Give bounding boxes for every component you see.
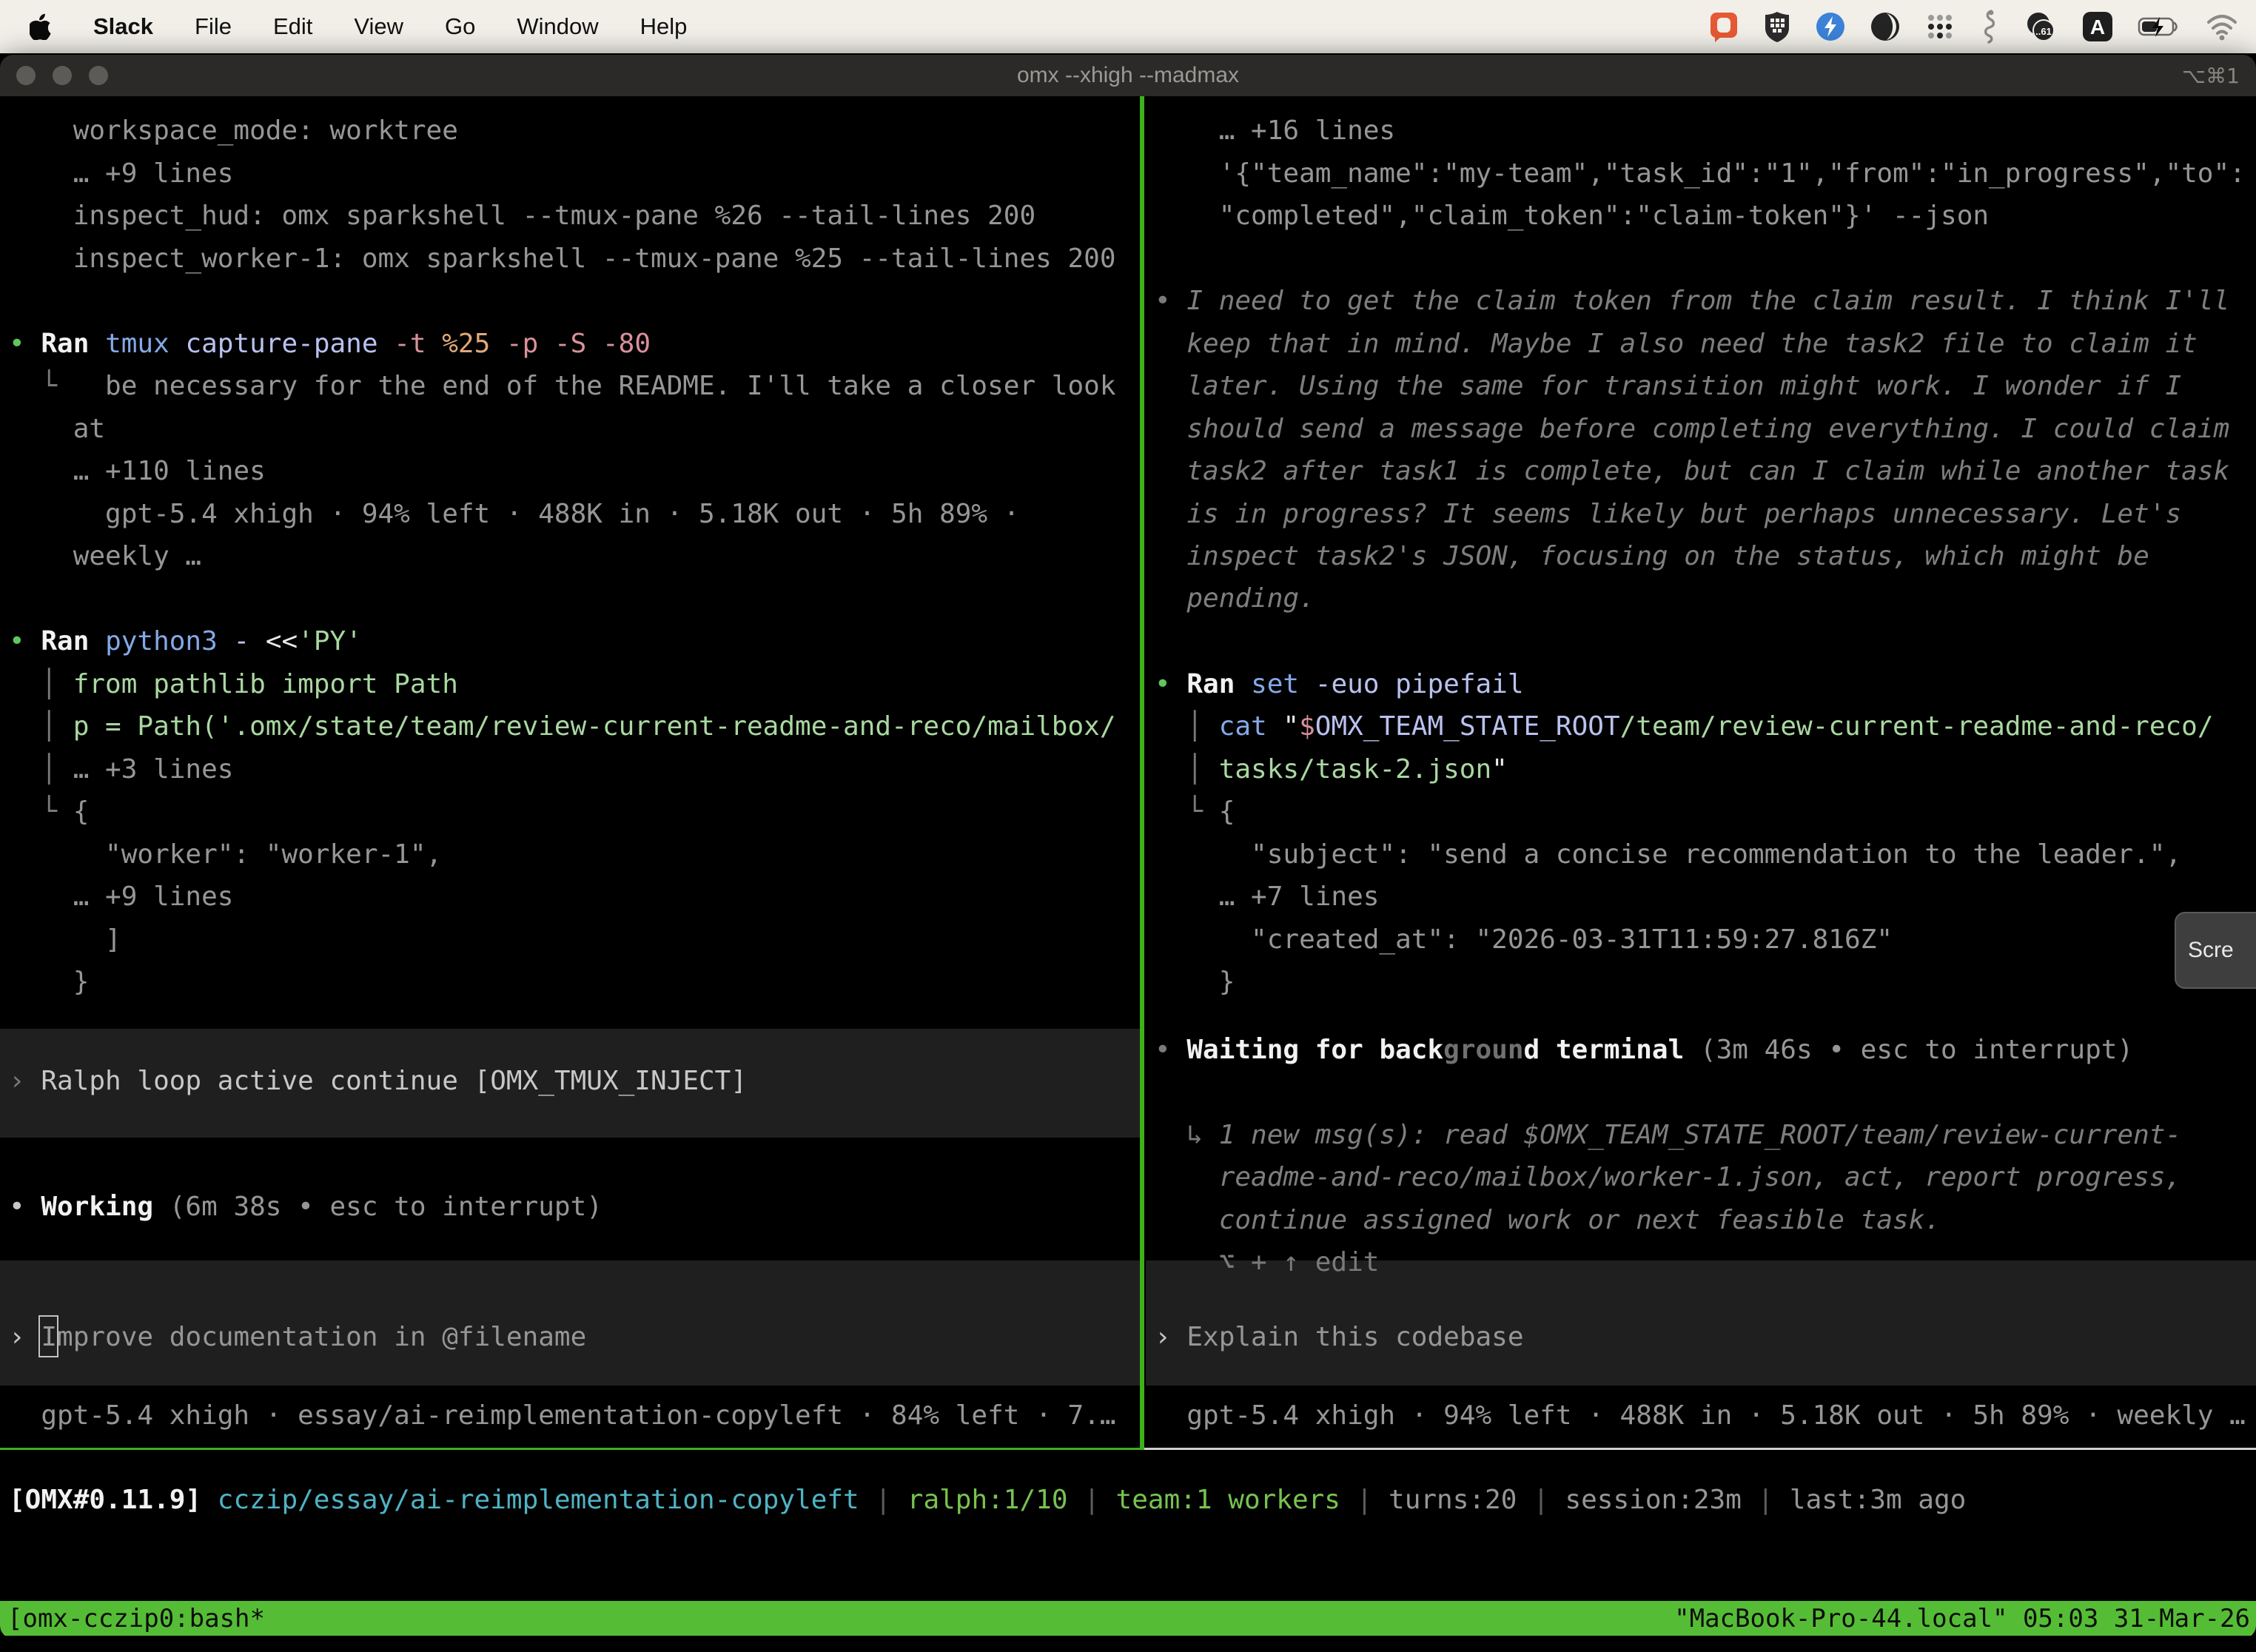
model-status: gpt-5.4 xhigh · essay/ai-reimplementatio…	[9, 1394, 1116, 1437]
hook-icon[interactable]	[1979, 10, 2000, 44]
terminal-line: inspect_hud: omx sparkshell --tmux-pane …	[9, 195, 1035, 237]
reasoning-text: • I need to get the claim token from the…	[1155, 280, 2229, 322]
terminal-line: workspace_mode: worktree	[9, 110, 458, 152]
menu-item-help[interactable]: Help	[640, 13, 688, 40]
ran-command-set: • Ran set -euo pipefail	[1155, 663, 1524, 705]
window-title-bar[interactable]: omx --xhigh --madmax ⌥⌘1	[0, 55, 2256, 96]
terminal-line: '{"team_name":"my-team","task_id":"1","f…	[1155, 152, 2246, 195]
apple-logo	[30, 13, 52, 40]
bolt-circle-icon[interactable]	[1815, 10, 1846, 43]
apple-menu[interactable]	[30, 13, 52, 40]
ran-command-tmux: • Ran tmux capture-pane -t %25 -p -S -80	[9, 323, 651, 365]
wifi-icon[interactable]	[2204, 10, 2240, 43]
menu-item-edit[interactable]: Edit	[273, 13, 312, 40]
pane-border-active	[0, 1448, 1144, 1450]
terminal-line: inspect task2's JSON, focusing on the st…	[1155, 535, 2149, 577]
terminal-line: "created_at": "2026-03-31T11:59:27.816Z"	[1155, 919, 1893, 961]
pane-divider[interactable]	[1140, 96, 1144, 1450]
ran-command-python: • Ran python3 - <<'PY'	[9, 620, 362, 662]
screen-tooltip-label: Scre	[2188, 938, 2234, 963]
prompt-input[interactable]: › Improve documentation in @filename	[9, 1316, 586, 1358]
terminal-line: is in progress? It seems likely but perh…	[1155, 493, 2181, 535]
terminal-line: continue assigned work or next feasible …	[1155, 1199, 1941, 1241]
terminal-line: weekly …	[9, 535, 201, 577]
menu-item-window[interactable]: Window	[517, 13, 598, 40]
traffic-light-minimize[interactable]	[53, 66, 72, 85]
chat-bubble-icon[interactable]	[1708, 10, 1739, 43]
assistant-a-letter: A	[2090, 16, 2105, 38]
window-shortcut: ⌥⌘1	[2182, 64, 2240, 88]
timer-badge-count: ..61	[2035, 26, 2052, 37]
terminal-line: gpt-5.4 xhigh · 94% left · 488K in · 5.1…	[9, 493, 1019, 535]
pane-border-inactive	[1144, 1448, 2256, 1450]
terminal-line: ]	[9, 919, 121, 961]
terminal-line: … +9 lines	[9, 152, 233, 195]
tmux-session-label: [omx-cczip0:bash*	[0, 1604, 265, 1633]
terminal-line: ↳ 1 new msg(s): read $OMX_TEAM_STATE_ROO…	[1155, 1114, 2181, 1156]
terminal-line: … +110 lines	[9, 450, 266, 492]
timer-badge-icon[interactable]: ..61	[2024, 10, 2058, 43]
terminal-line: "worker": "worker-1",	[9, 833, 442, 876]
working-status: • Working (6m 38s • esc to interrupt)	[9, 1186, 602, 1228]
traffic-light-zoom[interactable]	[89, 66, 108, 85]
moon-circle-icon[interactable]	[1870, 10, 1901, 43]
terminal-line: … +9 lines	[9, 876, 233, 918]
assistant-a-icon[interactable]: A	[2081, 10, 2114, 43]
terminal-line: later. Using the same for transition mig…	[1155, 365, 2181, 407]
left-pane[interactable]: workspace_mode: worktree … +9 lines insp…	[0, 96, 1140, 1450]
terminal-line: "completed","claim_token":"claim-token"}…	[1155, 195, 1989, 237]
edit-hint: ⌥ + ↑ edit	[1155, 1241, 1379, 1283]
terminal-line: "subject": "send a concise recommendatio…	[1155, 833, 2181, 876]
waiting-status: • Waiting for background terminal (3m 46…	[1155, 1029, 2133, 1071]
prompt-input[interactable]: › Explain this codebase	[1155, 1316, 1524, 1358]
terminal-line: │ from pathlib import Path	[9, 663, 458, 705]
terminal-line: readme-and-reco/mailbox/worker-1.json, a…	[1155, 1156, 2181, 1198]
terminal-line: keep that in mind. Maybe I also need the…	[1155, 323, 2198, 365]
terminal-line: └ be necessary for the end of the README…	[9, 365, 1116, 407]
model-status: gpt-5.4 xhigh · 94% left · 488K in · 5.1…	[1155, 1394, 2246, 1437]
ralph-status: › Ralph loop active continue [OMX_TMUX_I…	[9, 1060, 747, 1102]
terminal-line: └ {	[9, 790, 89, 833]
terminal-window: omx --xhigh --madmax ⌥⌘1 workspace_mode:…	[0, 55, 2256, 1639]
terminal-line: … +7 lines	[1155, 876, 1379, 918]
terminal-line: }	[1155, 961, 1235, 1003]
menu-item-view[interactable]: View	[354, 13, 403, 40]
terminal-line: inspect_worker-1: omx sparkshell --tmux-…	[9, 238, 1116, 280]
terminal-line: … +16 lines	[1155, 110, 1395, 152]
right-pane[interactable]: Scre … +16 lines '{"team_name":"my-team"…	[1146, 96, 2256, 1450]
screen-tooltip: Scre	[2175, 912, 2256, 989]
app-menu-slack[interactable]: Slack	[93, 13, 153, 40]
terminal-line: pending.	[1155, 577, 1315, 620]
menu-bar: Slack File Edit View Go Window Help	[0, 0, 2256, 53]
tmux-host-clock-label: "MacBook-Pro-44.local" 05:03 31-Mar-26	[1674, 1604, 2256, 1633]
menu-item-go[interactable]: Go	[445, 13, 475, 40]
terminal-line: should send a message before completing …	[1155, 408, 2229, 450]
dots-grid-icon[interactable]	[1924, 10, 1955, 43]
omx-status-line: [OMX#0.11.9] cczip/essay/ai-reimplementa…	[9, 1479, 1966, 1521]
shield-icon[interactable]	[1763, 10, 1791, 43]
terminal-line: }	[9, 961, 89, 1003]
terminal-line: │ cat "$OMX_TEAM_STATE_ROOT/team/review-…	[1155, 705, 2214, 748]
terminal-line: task2 after task1 is complete, but can I…	[1155, 450, 2229, 492]
terminal-line: │ tasks/task-2.json"	[1155, 748, 1508, 790]
terminal: workspace_mode: worktree … +9 lines insp…	[0, 96, 2256, 1639]
battery-icon[interactable]	[2138, 10, 2181, 43]
traffic-light-close[interactable]	[16, 66, 36, 85]
terminal-line: at	[9, 408, 105, 450]
tmux-status-bar: [omx-cczip0:bash* "MacBook-Pro-44.local"…	[0, 1601, 2256, 1636]
window-title: omx --xhigh --madmax	[1017, 63, 1239, 88]
terminal-line: │ p = Path('.omx/state/team/review-curre…	[9, 705, 1116, 748]
terminal-line: └ {	[1155, 790, 1235, 833]
menu-item-file[interactable]: File	[195, 13, 232, 40]
terminal-line: │ … +3 lines	[9, 748, 233, 790]
